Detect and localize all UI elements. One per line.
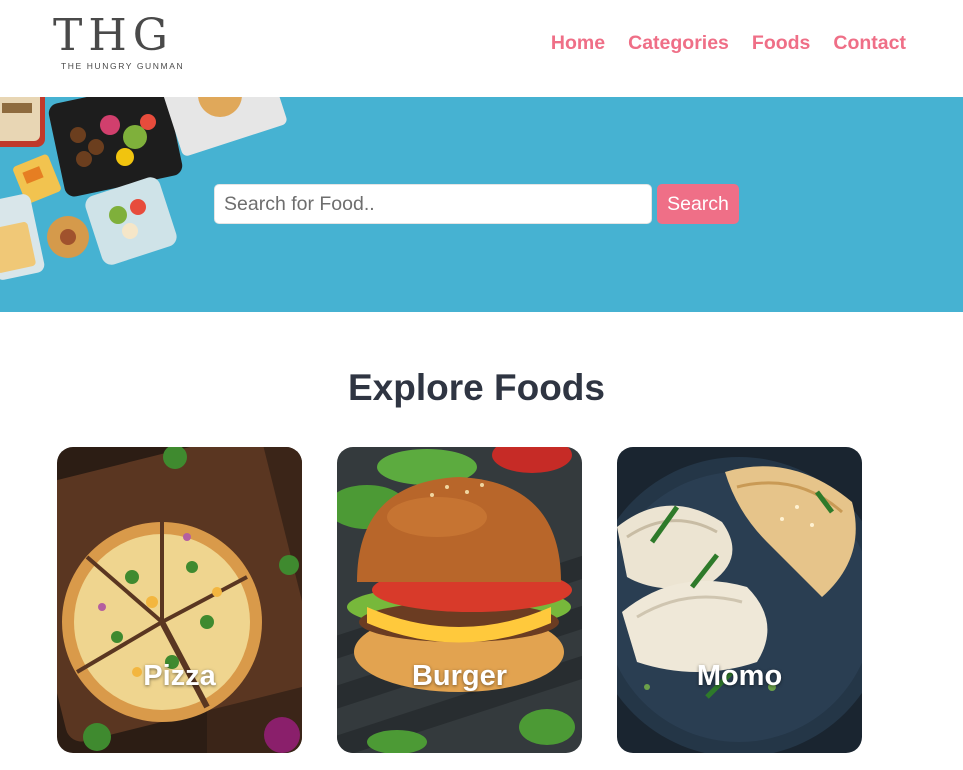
search-form: Search xyxy=(214,184,739,224)
category-label-momo: Momo xyxy=(696,660,783,692)
category-label-pizza: Pizza xyxy=(143,660,216,692)
category-card-momo[interactable]: Momo xyxy=(617,447,862,753)
category-label-burger: Burger xyxy=(411,660,508,692)
nav-link-contact[interactable]: Contact xyxy=(833,32,906,55)
explore-foods-heading: Explore Foods xyxy=(348,367,605,408)
category-card-burger[interactable]: Burger xyxy=(337,447,582,753)
search-button[interactable]: Search xyxy=(657,184,739,224)
logo-tagline: THE HUNGRY GUNMAN xyxy=(61,61,185,71)
burger-photo xyxy=(337,447,582,753)
navbar: THG THE HUNGRY GUNMAN Home Categories Fo… xyxy=(0,0,963,97)
nav-link-foods[interactable]: Foods xyxy=(752,32,811,55)
pizza-photo xyxy=(57,447,302,753)
search-input[interactable] xyxy=(214,184,652,224)
nav-link-home[interactable]: Home xyxy=(551,32,605,55)
food-search-banner: Search xyxy=(0,97,963,312)
site-logo[interactable]: THG THE HUNGRY GUNMAN xyxy=(53,10,203,72)
logo-mark: THG xyxy=(53,10,174,61)
category-cards: Pizza Burger Momo xyxy=(57,447,862,753)
momo-photo xyxy=(617,447,862,753)
main-menu: Home Categories Foods Contact xyxy=(551,32,906,55)
category-card-pizza[interactable]: Pizza xyxy=(57,447,302,753)
nav-link-categories[interactable]: Categories xyxy=(628,32,729,55)
